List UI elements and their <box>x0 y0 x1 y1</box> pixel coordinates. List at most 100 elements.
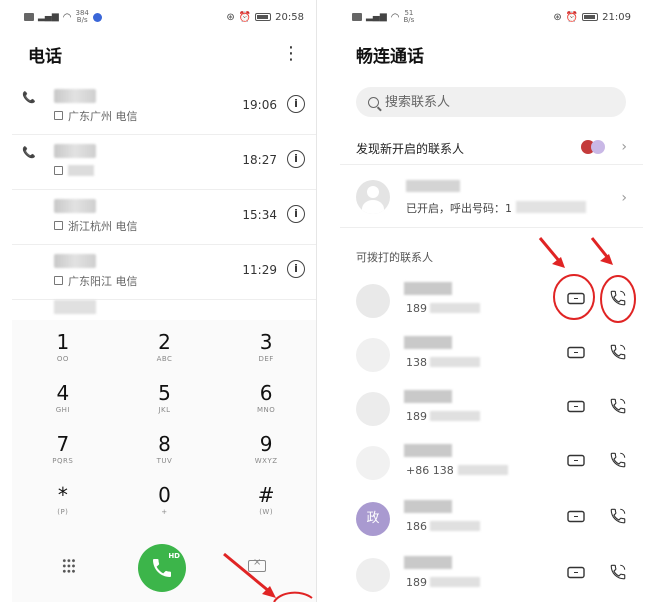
dialpad-key[interactable]: 9 WXYZ <box>215 432 316 483</box>
number-redacted <box>430 303 480 313</box>
search-input[interactable] <box>385 94 605 110</box>
dialpad-key[interactable]: 1 OO <box>12 330 114 381</box>
key-digit: 1 <box>56 330 70 354</box>
sim-card-icon <box>54 276 63 285</box>
dialpad-key[interactable]: 6 MNO <box>215 381 316 432</box>
annotation-arrow <box>223 552 313 602</box>
contact-name-redacted <box>404 336 452 349</box>
account-status: 已开启，呼出号码：1 <box>406 202 512 215</box>
battery-icon <box>255 13 272 21</box>
contact-row[interactable]: 政 186 <box>340 490 643 544</box>
key-digit: 2 <box>158 330 171 354</box>
annotation-arrows <box>538 237 636 323</box>
dialer-screen: ▂▄▆ ◠ 384 B/s ⊛ ⏰ 20:58 电话 ⋮ 📞 广东广州 电信 1… <box>12 0 317 602</box>
dialpad-key[interactable]: 3 DEF <box>215 330 316 381</box>
number-redacted <box>430 521 480 531</box>
voice-call-icon[interactable] <box>609 451 627 469</box>
key-digit: 8 <box>158 432 171 456</box>
key-digit: 3 <box>259 330 273 354</box>
sim-card-icon <box>54 221 63 230</box>
contact-number: 186 <box>406 520 427 533</box>
key-digit: 4 <box>56 381 70 405</box>
dialpad-key[interactable]: * (P) <box>12 483 114 534</box>
key-digit: 0 <box>158 483 171 507</box>
video-call-icon[interactable] <box>567 400 585 413</box>
key-digit: 6 <box>259 381 273 405</box>
contact-row[interactable]: 189 <box>340 380 643 434</box>
alarm-icon: ⏰ <box>238 11 252 23</box>
call-log-item[interactable]: 📞 广东广州 电信 19:06 i <box>12 80 316 135</box>
key-letters: TUV <box>156 457 173 465</box>
dialpad-key[interactable]: 0 + <box>114 483 216 534</box>
vibrate-icon: ⊛ <box>553 11 562 23</box>
dialpad-key[interactable]: 5 JKL <box>114 381 216 432</box>
contact-name-redacted <box>54 144 96 158</box>
info-icon[interactable]: i <box>287 260 305 278</box>
contact-name-redacted <box>54 199 96 213</box>
call-log-item[interactable]: 浙江杭州 电信 15:34 i <box>12 190 316 245</box>
more-menu-icon[interactable]: ⋮ <box>282 45 300 63</box>
wifi-icon: ◠ <box>390 11 400 23</box>
call-outgoing-icon: 📞 <box>22 91 36 104</box>
dialpad-key[interactable]: 8 TUV <box>114 432 216 483</box>
sim-icon <box>24 13 34 21</box>
call-time: 11:29 <box>242 263 277 277</box>
contact-name-redacted <box>54 300 96 314</box>
call-location: 浙江杭州 电信 <box>68 220 138 233</box>
avatar <box>356 558 390 592</box>
voice-call-icon[interactable] <box>609 507 627 525</box>
network-speed: 51 B/s <box>404 10 415 24</box>
contact-row[interactable]: 138 <box>340 326 643 380</box>
video-call-icon[interactable] <box>567 346 585 359</box>
video-call-icon[interactable] <box>567 566 585 579</box>
call-button[interactable]: HD <box>138 544 186 592</box>
contact-number: 189 <box>406 410 427 423</box>
contact-number: 138 <box>406 356 427 369</box>
voice-call-icon[interactable] <box>609 397 627 415</box>
contact-name-redacted <box>54 89 96 103</box>
contact-name-redacted <box>54 254 96 268</box>
dialpad-key[interactable]: 7 PQRS <box>12 432 114 483</box>
dialpad-key[interactable]: 4 GHI <box>12 381 114 432</box>
video-call-icon[interactable] <box>567 510 585 523</box>
key-letters: OO <box>56 355 69 363</box>
search-bar[interactable] <box>356 87 626 117</box>
voice-call-icon[interactable] <box>609 343 627 361</box>
call-log-item[interactable]: 📞 18:27 i <box>12 135 316 190</box>
phone-number-redacted <box>516 201 586 213</box>
call-time: 15:34 <box>242 208 277 222</box>
call-log-list: 📞 广东广州 电信 19:06 i 📞 18:27 i 浙江杭州 电信 15:3… <box>12 80 316 300</box>
dialpad-toggle-icon[interactable] <box>62 558 76 574</box>
dialpad-key[interactable]: 2 ABC <box>114 330 216 381</box>
key-letters: (W) <box>259 508 274 516</box>
info-icon[interactable]: i <box>287 95 305 113</box>
network-speed: 384 B/s <box>76 10 89 24</box>
avatar <box>356 284 390 318</box>
account-name-redacted <box>406 180 460 192</box>
avatar <box>356 446 390 480</box>
sim-card-icon <box>54 166 63 175</box>
contact-number: +86 138 <box>406 464 454 477</box>
call-time: 18:27 <box>242 153 277 167</box>
call-log-item[interactable]: 广东阳江 电信 11:29 i <box>12 245 316 300</box>
key-digit: # <box>257 483 275 507</box>
avatar: 政 <box>356 502 390 536</box>
dialpad-key[interactable]: # (W) <box>215 483 316 534</box>
video-call-icon[interactable] <box>567 454 585 467</box>
contact-name-redacted <box>404 500 452 513</box>
avatar <box>356 180 390 214</box>
voice-call-icon[interactable] <box>609 563 627 581</box>
app-notification-icon <box>92 12 102 22</box>
contact-row[interactable]: +86 138 <box>340 434 643 488</box>
info-icon[interactable]: i <box>287 150 305 168</box>
my-account-row[interactable]: 已开启，呼出号码：1 › <box>340 170 643 228</box>
contact-row[interactable]: 189 <box>340 546 643 600</box>
info-icon[interactable]: i <box>287 205 305 223</box>
key-letters: + <box>161 508 168 516</box>
signal-icon: ▂▄▆ <box>366 12 387 22</box>
discover-text: 发现新开启的联系人 <box>356 142 465 156</box>
time: 20:58 <box>275 11 304 23</box>
discover-new-contacts-row[interactable]: 发现新开启的联系人 › <box>340 131 643 165</box>
key-digit: 7 <box>56 432 70 456</box>
call-location: 广东阳江 电信 <box>68 275 138 288</box>
